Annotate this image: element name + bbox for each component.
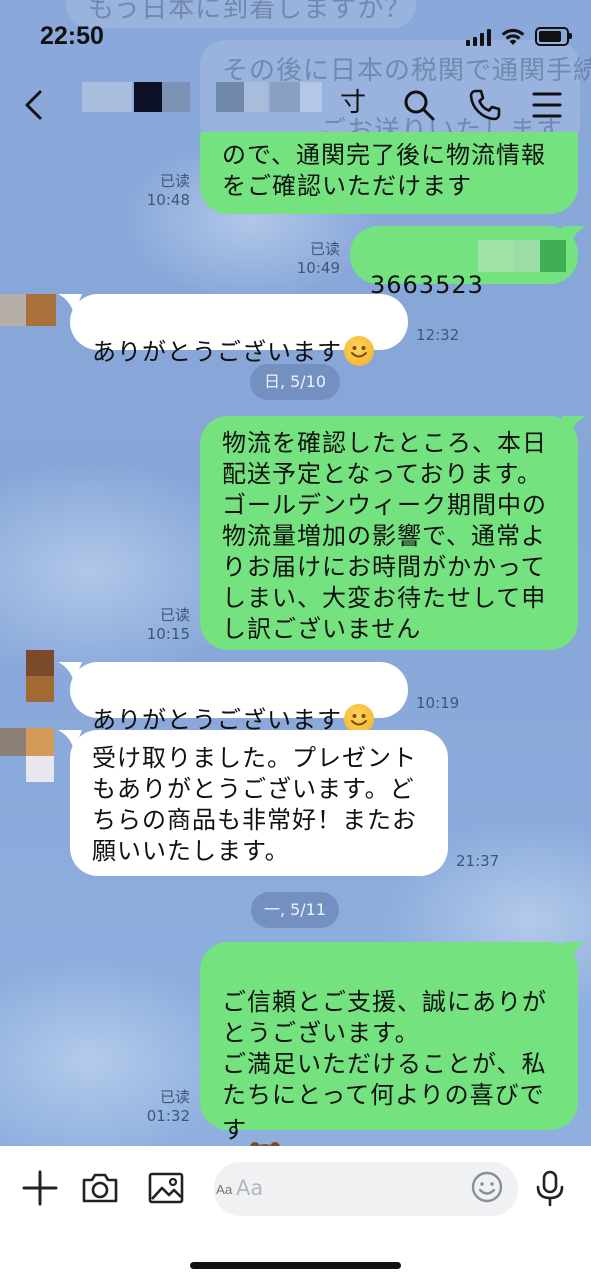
read-receipt: 已读 <box>309 240 340 258</box>
message-time: 10:48 <box>146 191 190 209</box>
bubble-tail <box>562 226 586 246</box>
hamburger-menu-icon[interactable] <box>530 88 564 122</box>
message-time: 10:19 <box>416 694 460 712</box>
read-receipt: 已读 <box>159 172 190 190</box>
message-time: 12:32 <box>416 326 460 344</box>
chevron-left-icon[interactable] <box>20 90 50 120</box>
avatar[interactable] <box>0 650 58 708</box>
redaction-block <box>162 82 190 112</box>
home-indicator <box>190 1262 401 1269</box>
search-icon[interactable] <box>402 88 436 122</box>
redaction-block <box>244 82 268 112</box>
wifi-icon <box>501 28 525 45</box>
composer-bar: Aa <box>0 1146 591 1280</box>
message-meta: 已读 10:48 <box>140 172 190 210</box>
redaction-block <box>478 240 514 272</box>
message-bubble[interactable]: ありがとうございます <box>70 662 408 734</box>
message-time: 10:49 <box>296 259 340 277</box>
redaction-block <box>514 240 540 272</box>
message-bubble[interactable]: ご信頼とご支援、誠にありが とうございます。 ご満足いただけることが、私 たちに… <box>200 942 578 1179</box>
message-time: 01:32 <box>146 1107 190 1125</box>
emoji-icon[interactable] <box>470 1170 504 1204</box>
read-receipt: 已读 <box>159 606 190 624</box>
image-icon[interactable] <box>146 1168 186 1208</box>
redaction-block <box>82 82 132 112</box>
message-bubble[interactable]: ありがとうございます <box>70 294 408 366</box>
message-time: 10:15 <box>146 625 190 643</box>
camera-icon[interactable] <box>80 1168 120 1208</box>
redaction-block <box>270 82 300 112</box>
contact-name-fragment: 寸 <box>340 88 367 118</box>
bubble-tail <box>562 416 586 436</box>
read-receipt: 已读 <box>159 1088 190 1106</box>
bear-emoji-icon <box>247 1108 283 1179</box>
avatar[interactable] <box>0 294 58 352</box>
bubble-tail <box>562 942 586 962</box>
redaction-block <box>300 82 322 112</box>
message-bubble[interactable]: ので、通関完了後に物流情報 をご確認いただけます <box>200 132 578 214</box>
smile-emoji-icon <box>344 336 374 366</box>
message-bubble[interactable]: 受け取りました。プレゼント もありがとうございます。ど ちらの商品も非常好！また… <box>70 730 448 876</box>
status-time: 22:50 <box>40 22 104 50</box>
message-time: 21:37 <box>456 852 500 870</box>
avatar[interactable] <box>0 728 58 786</box>
input-placeholder: Aa <box>236 1176 264 1200</box>
message-text: ありがとうございます <box>92 338 342 366</box>
plus-icon[interactable] <box>20 1168 60 1208</box>
battery-icon <box>535 27 572 46</box>
message-bubble[interactable]: 物流を確認したところ、本日 配送予定となっております。 ゴールデンウィーク期間中… <box>200 416 578 650</box>
microphone-icon[interactable] <box>530 1168 570 1208</box>
redaction-block <box>134 82 162 112</box>
chat-header: 寸 <box>0 72 591 138</box>
redaction-block <box>216 82 244 112</box>
status-icons <box>466 26 572 46</box>
cellular-signal-icon <box>466 28 491 46</box>
date-separator: 日, 5/10 <box>250 364 340 400</box>
message-meta: 已读 10:49 <box>290 240 340 278</box>
phone-icon[interactable] <box>468 88 502 122</box>
status-bar: 22:50 <box>0 0 591 70</box>
date-separator: 一, 5/11 <box>251 892 339 928</box>
message-meta: 已读 10:15 <box>140 606 190 644</box>
message-meta: 已读 01:32 <box>140 1088 190 1126</box>
